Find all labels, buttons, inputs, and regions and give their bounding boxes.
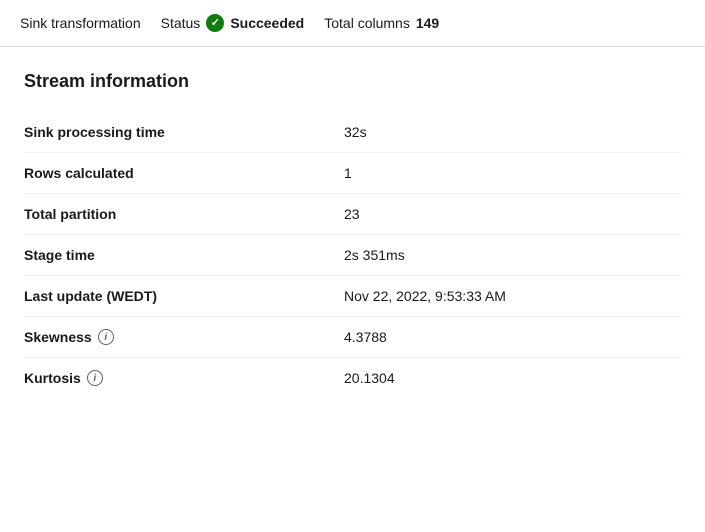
row-value: 2s 351ms <box>344 247 681 263</box>
row-value: 32s <box>344 124 681 140</box>
table-row: Sink processing time32s <box>24 112 681 153</box>
row-key: Skewnessi <box>24 329 344 345</box>
row-value: 4.3788 <box>344 329 681 345</box>
main-content: Stream information Sink processing time3… <box>0 47 705 422</box>
row-key: Last update (WEDT) <box>24 288 344 304</box>
table-row: Last update (WEDT)Nov 22, 2022, 9:53:33 … <box>24 276 681 317</box>
sink-transformation-label: Sink transformation <box>20 15 141 31</box>
total-columns-group: Total columns 149 <box>324 15 439 31</box>
header-bar: Sink transformation Status Succeeded Tot… <box>0 0 705 47</box>
row-key: Stage time <box>24 247 344 263</box>
row-value: 23 <box>344 206 681 222</box>
status-group: Status Succeeded <box>161 14 305 32</box>
table-row: Stage time2s 351ms <box>24 235 681 276</box>
table-row: Total partition23 <box>24 194 681 235</box>
info-icon[interactable]: i <box>98 329 114 345</box>
row-key: Rows calculated <box>24 165 344 181</box>
table-row: Skewnessi4.3788 <box>24 317 681 358</box>
row-value: 1 <box>344 165 681 181</box>
table-row: Kurtosisi20.1304 <box>24 358 681 398</box>
row-key: Total partition <box>24 206 344 222</box>
total-columns-value: 149 <box>416 15 439 31</box>
status-success-icon <box>206 14 224 32</box>
table-row: Rows calculated1 <box>24 153 681 194</box>
row-key: Kurtosisi <box>24 370 344 386</box>
info-icon[interactable]: i <box>87 370 103 386</box>
info-table: Sink processing time32sRows calculated1T… <box>24 112 681 398</box>
row-key: Sink processing time <box>24 124 344 140</box>
row-value: Nov 22, 2022, 9:53:33 AM <box>344 288 681 304</box>
status-value: Succeeded <box>230 15 304 31</box>
row-value: 20.1304 <box>344 370 681 386</box>
section-title: Stream information <box>24 71 681 92</box>
